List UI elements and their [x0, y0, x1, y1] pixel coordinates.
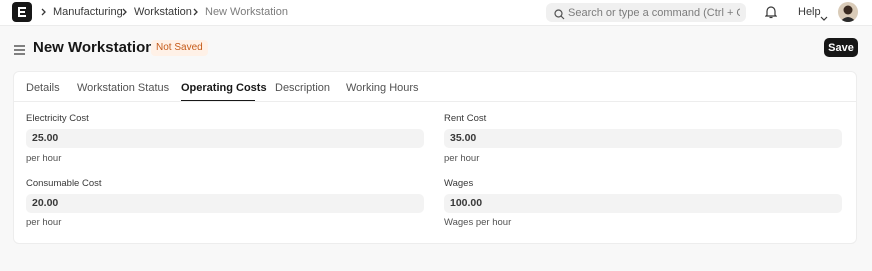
- wages-label: Wages: [444, 178, 474, 189]
- chevron-right-icon: [192, 5, 200, 19]
- navbar: Manufacturing Workstation New Workstatio…: [0, 0, 872, 26]
- rent-cost-description: per hour: [444, 153, 480, 164]
- active-tab-indicator: [181, 100, 255, 101]
- electricity-cost-description: per hour: [26, 153, 62, 164]
- help-menu[interactable]: Help: [798, 6, 821, 18]
- rent-cost-label: Rent Cost: [444, 113, 487, 124]
- search-input[interactable]: [568, 3, 740, 22]
- rent-cost-input[interactable]: 35.00: [444, 129, 842, 148]
- tab-working-hours[interactable]: Working Hours: [346, 82, 419, 94]
- tab-workstation-status[interactable]: Workstation Status: [77, 82, 169, 94]
- save-button[interactable]: Save: [824, 38, 858, 57]
- search-bar[interactable]: [546, 3, 746, 22]
- wages-description: Wages per hour: [444, 217, 512, 228]
- chevron-right-icon: [40, 5, 48, 19]
- user-avatar[interactable]: [838, 2, 858, 22]
- electricity-cost-label: Electricity Cost: [26, 113, 89, 124]
- status-badge: Not Saved: [151, 40, 208, 56]
- app-logo[interactable]: [12, 2, 32, 22]
- chevron-right-icon: [121, 5, 129, 19]
- electricity-cost-input[interactable]: 25.00: [26, 129, 424, 148]
- tab-description[interactable]: Description: [275, 82, 330, 94]
- consumable-cost-description: per hour: [26, 217, 62, 228]
- notification-bell-icon[interactable]: [764, 5, 778, 24]
- form-tabs: Details Workstation Status Operating Cos…: [14, 72, 856, 102]
- consumable-cost-label: Consumable Cost: [26, 178, 102, 189]
- search-icon: [554, 7, 565, 25]
- consumable-cost-input[interactable]: 20.00: [26, 194, 424, 213]
- chevron-down-icon[interactable]: [820, 9, 828, 27]
- page-title: New Workstation: [33, 39, 155, 56]
- form-card: Details Workstation Status Operating Cos…: [13, 71, 857, 244]
- breadcrumb-manufacturing[interactable]: Manufacturing: [53, 6, 123, 18]
- sidebar-toggle-icon[interactable]: [14, 42, 25, 60]
- tab-details[interactable]: Details: [26, 82, 60, 94]
- tab-operating-costs[interactable]: Operating Costs: [181, 82, 267, 94]
- breadcrumb-current: New Workstation: [205, 6, 288, 18]
- wages-input[interactable]: 100.00: [444, 194, 842, 213]
- breadcrumb-workstation[interactable]: Workstation: [134, 6, 192, 18]
